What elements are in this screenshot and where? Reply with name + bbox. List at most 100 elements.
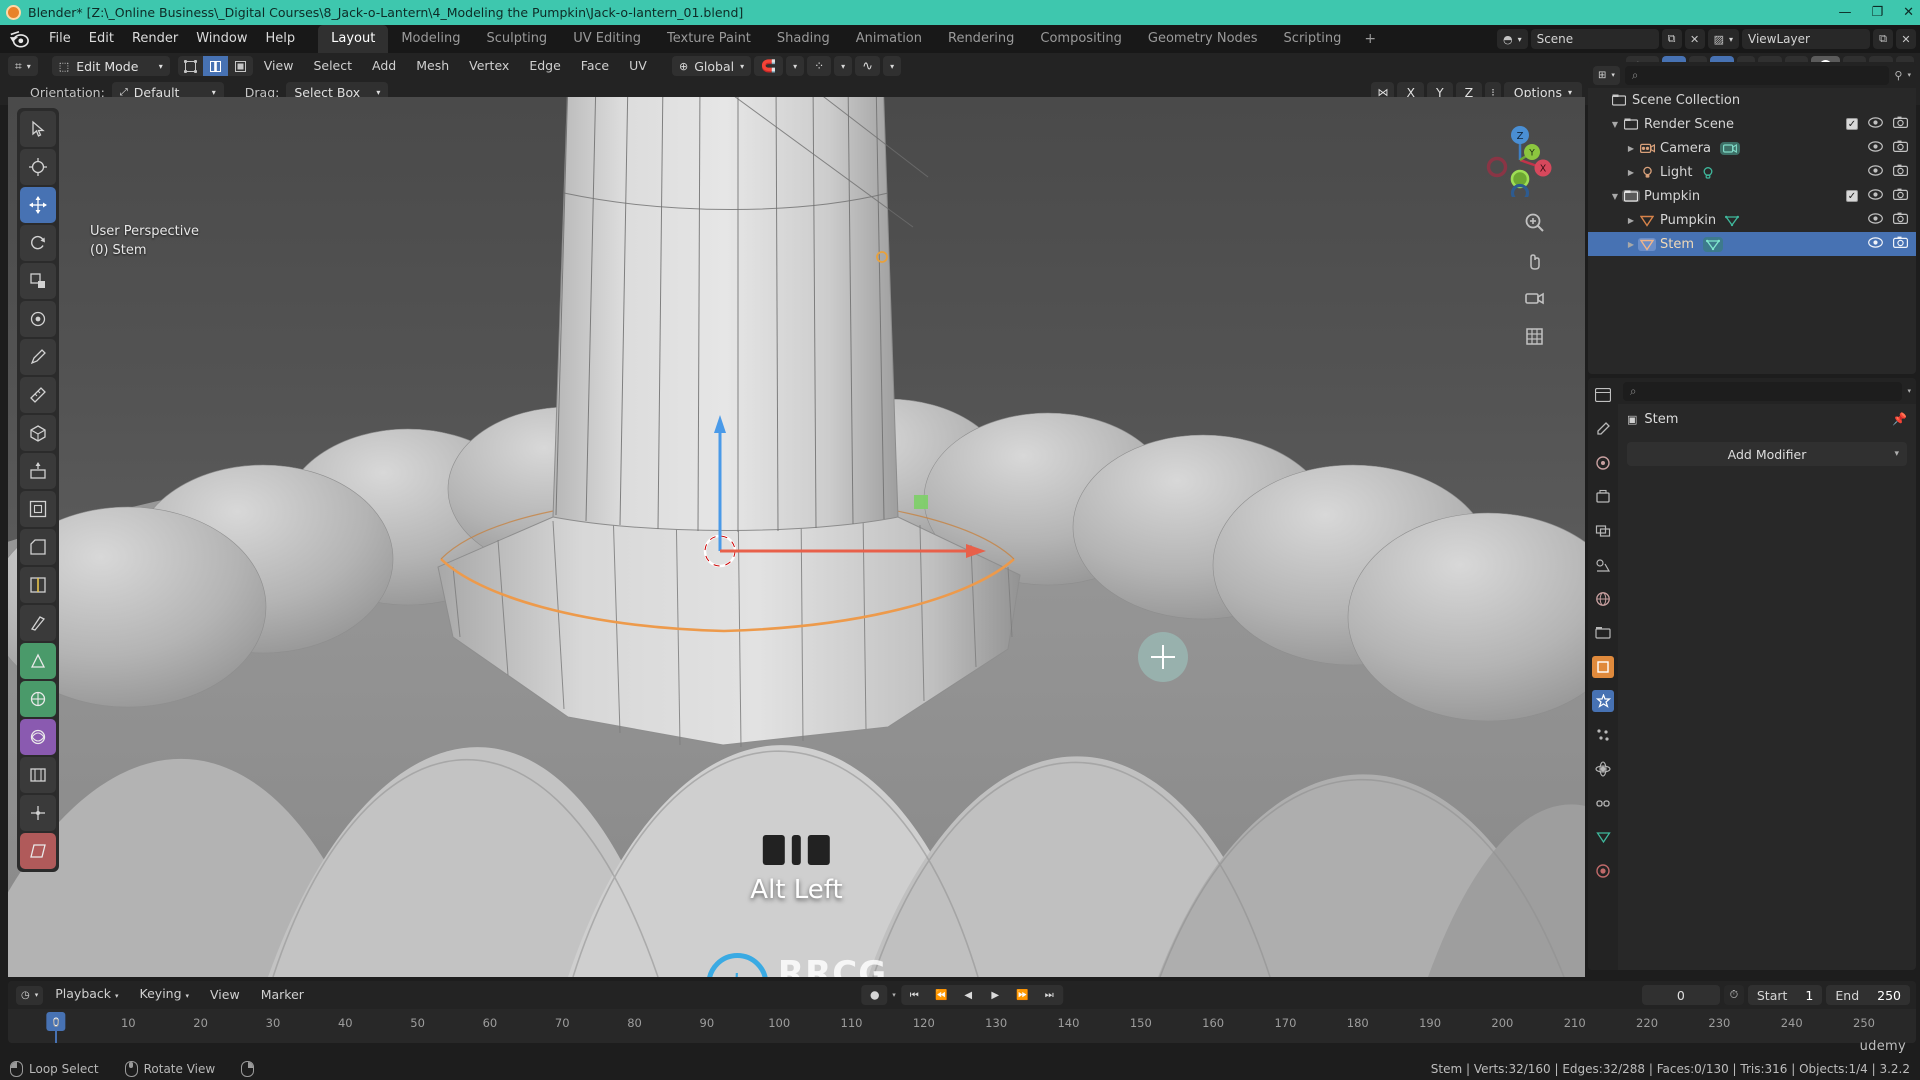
- eye-icon[interactable]: [1868, 212, 1883, 228]
- play-button[interactable]: ▶: [982, 985, 1009, 1005]
- menu-edit[interactable]: Edit: [80, 25, 123, 53]
- current-frame-field[interactable]: 0: [1641, 985, 1720, 1005]
- play-reverse-button[interactable]: ◀: [955, 985, 982, 1005]
- delete-viewlayer-button[interactable]: ✕: [1896, 29, 1916, 49]
- move-tool-button[interactable]: [20, 187, 56, 223]
- inset-faces-tool-button[interactable]: [20, 491, 56, 527]
- expand-triangle-icon[interactable]: ▶: [1624, 144, 1638, 153]
- transform-orientation-selector[interactable]: ⊕ Global ▾: [672, 56, 752, 76]
- tab-uv-editing[interactable]: UV Editing: [560, 25, 654, 53]
- outliner-row-camera[interactable]: ▶ Camera: [1588, 136, 1916, 160]
- expand-triangle-icon[interactable]: ▼: [1608, 192, 1622, 201]
- scene-tab[interactable]: [1592, 554, 1614, 576]
- measure-tool-button[interactable]: [20, 377, 56, 413]
- menu-render[interactable]: Render: [123, 25, 187, 53]
- outliner-search-input[interactable]: ⌕: [1624, 65, 1890, 85]
- stopwatch-icon[interactable]: ⏱: [1723, 985, 1744, 1005]
- add-cube-tool-button[interactable]: [20, 415, 56, 451]
- outliner-row-scene-collection[interactable]: Scene Collection: [1588, 88, 1916, 112]
- properties-search-input[interactable]: ⌕: [1623, 381, 1903, 401]
- object-tab[interactable]: [1592, 656, 1614, 678]
- timeline-editor[interactable]: ◷ ▾ Playback ▾ Keying ▾ View Marker ▾ ⏮: [8, 981, 1916, 1043]
- navigation-gizmo[interactable]: Z Y X: [1483, 123, 1557, 197]
- tab-modeling[interactable]: Modeling: [388, 25, 473, 53]
- menu-help[interactable]: Help: [257, 25, 305, 53]
- menu-mesh[interactable]: Mesh: [407, 53, 458, 79]
- blender-logo-icon[interactable]: [8, 29, 30, 49]
- material-tab[interactable]: [1592, 860, 1614, 882]
- world-tab[interactable]: [1592, 588, 1614, 610]
- prev-keyframe-button[interactable]: ⏪: [928, 985, 955, 1005]
- tab-animation[interactable]: Animation: [843, 25, 935, 53]
- camera-view-icon[interactable]: [1521, 285, 1548, 312]
- output-tab[interactable]: [1592, 486, 1614, 508]
- edge-select-button[interactable]: [202, 56, 228, 76]
- camera-icon[interactable]: [1893, 188, 1909, 204]
- tool-tab[interactable]: [1592, 418, 1614, 440]
- auto-keying-button[interactable]: [861, 985, 888, 1005]
- eye-icon[interactable]: [1868, 116, 1883, 132]
- outliner-row-pumpkin-mesh[interactable]: ▶ Pumpkin: [1588, 208, 1916, 232]
- viewlayer-browse-button[interactable]: ▨ ▾: [1707, 29, 1739, 49]
- mesh-data-icon[interactable]: [1703, 236, 1724, 252]
- transform-tool-button[interactable]: [20, 301, 56, 337]
- menu-select[interactable]: Select: [304, 53, 361, 79]
- filter-icon[interactable]: ⚲: [1894, 69, 1902, 82]
- 3d-viewport[interactable]: User Perspective (0) Stem Z Y X Alt Left…: [8, 97, 1585, 977]
- expand-triangle-icon[interactable]: ▶: [1624, 240, 1638, 249]
- camera-data-icon[interactable]: [1720, 141, 1741, 155]
- delete-scene-button[interactable]: ✕: [1684, 29, 1705, 49]
- edge-slide-tool-button[interactable]: [20, 757, 56, 793]
- spin-tool-button[interactable]: [20, 681, 56, 717]
- vertex-select-button[interactable]: [177, 56, 203, 76]
- editor-type-button[interactable]: ⌗ ▾: [8, 56, 38, 76]
- timeline-menu-view[interactable]: View: [201, 981, 249, 1009]
- outliner-editor[interactable]: ⊞ ▾ ⌕ ⚲ ▾ Scene Collection ▼ Render Scen…: [1588, 62, 1916, 374]
- expand-triangle-icon[interactable]: ▶: [1624, 216, 1638, 225]
- particles-tab[interactable]: [1592, 724, 1614, 746]
- camera-icon[interactable]: [1893, 140, 1909, 156]
- outliner-row-stem[interactable]: ▶ Stem: [1588, 232, 1916, 256]
- outliner-row-pumpkin-collection[interactable]: ▼ Pumpkin ✓: [1588, 184, 1916, 208]
- zoom-icon[interactable]: [1521, 209, 1548, 236]
- new-viewlayer-button[interactable]: ⧉: [1873, 29, 1893, 49]
- outliner-display-mode-button[interactable]: ⊞ ▾: [1593, 65, 1620, 85]
- tab-sculpting[interactable]: Sculpting: [473, 25, 560, 53]
- pin-icon[interactable]: 📌: [1892, 412, 1907, 426]
- timeline-editor-type-button[interactable]: ◷ ▾: [16, 985, 44, 1005]
- timeline-menu-marker[interactable]: Marker: [252, 981, 313, 1009]
- pan-icon[interactable]: [1521, 247, 1548, 274]
- toggle-ortho-icon[interactable]: [1521, 323, 1548, 350]
- eye-icon[interactable]: [1868, 188, 1883, 204]
- proportional-editing-button[interactable]: ⁘: [807, 56, 832, 76]
- tab-compositing[interactable]: Compositing: [1027, 25, 1135, 53]
- menu-view[interactable]: View: [255, 53, 303, 79]
- shrink-fatten-tool-button[interactable]: [20, 795, 56, 831]
- expand-triangle-icon[interactable]: ▶: [1624, 168, 1638, 177]
- mode-selector[interactable]: ⬚ Edit Mode ▾: [51, 56, 170, 76]
- face-select-button[interactable]: [227, 56, 253, 76]
- camera-icon[interactable]: [1893, 236, 1909, 252]
- menu-add[interactable]: Add: [363, 53, 405, 79]
- next-keyframe-button[interactable]: ⏩: [1009, 985, 1036, 1005]
- properties-editor[interactable]: ⌕ ▾ ▣ Stem 📌 Add Modifier ▾: [1588, 378, 1916, 970]
- menu-edge[interactable]: Edge: [520, 53, 569, 79]
- cursor-tool-button[interactable]: [20, 149, 56, 185]
- camera-icon[interactable]: [1893, 164, 1909, 180]
- modifier-tab[interactable]: [1592, 690, 1614, 712]
- new-scene-button[interactable]: ⧉: [1661, 29, 1682, 49]
- object-data-tab[interactable]: [1592, 826, 1614, 848]
- snap-toggle-button[interactable]: 🧲: [754, 56, 784, 76]
- tab-texture-paint[interactable]: Texture Paint: [654, 25, 764, 53]
- menu-vertex[interactable]: Vertex: [460, 53, 518, 79]
- smooth-tool-button[interactable]: [20, 719, 56, 755]
- menu-uv[interactable]: UV: [620, 53, 656, 79]
- timeline-menu-keying[interactable]: Keying ▾: [131, 981, 199, 1010]
- add-workspace-button[interactable]: +: [1354, 25, 1386, 53]
- render-tab[interactable]: [1592, 452, 1614, 474]
- constraints-tab[interactable]: [1592, 792, 1614, 814]
- tab-rendering[interactable]: Rendering: [935, 25, 1027, 53]
- collection-checkbox[interactable]: ✓: [1846, 190, 1858, 202]
- physics-tab[interactable]: [1592, 758, 1614, 780]
- tab-scripting[interactable]: Scripting: [1271, 25, 1355, 53]
